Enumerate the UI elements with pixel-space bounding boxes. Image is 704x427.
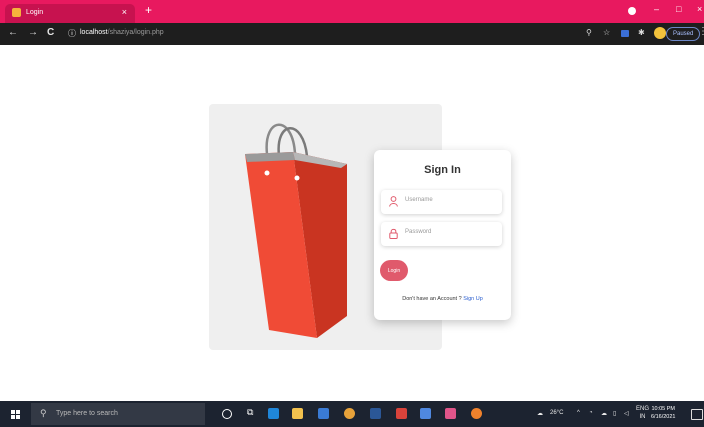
- profile-avatar[interactable]: [654, 27, 666, 39]
- app-icon[interactable]: [420, 408, 431, 419]
- weather-temp[interactable]: 26°C: [550, 410, 563, 416]
- taskbar-clock[interactable]: 10:05 PM 6/16/2021: [651, 405, 675, 421]
- zoom-icon[interactable]: ⚲: [586, 28, 592, 37]
- language-code: ENG: [636, 406, 650, 412]
- onedrive-icon[interactable]: ☁: [601, 410, 607, 417]
- volume-icon[interactable]: ◁: [624, 410, 629, 417]
- restore-button[interactable]: □: [676, 4, 681, 14]
- file-explorer-icon[interactable]: [292, 408, 303, 419]
- chrome-icon[interactable]: [344, 408, 355, 419]
- password-placeholder: Password: [405, 229, 432, 235]
- address-bar[interactable]: ⓘ localhost/shaziya/login.php: [62, 26, 582, 42]
- sign-in-card: Sign In Username Password Login Don't ha…: [374, 150, 511, 320]
- user-icon: [389, 196, 398, 207]
- login-button[interactable]: Login: [380, 260, 408, 281]
- word-icon[interactable]: [370, 408, 381, 419]
- camera-app-icon[interactable]: [318, 408, 329, 419]
- weather-icon[interactable]: ☁: [537, 410, 543, 417]
- language-indicator[interactable]: ENG IN: [636, 405, 649, 421]
- signup-prompt: Don't have an Account ? Sign Up: [374, 296, 511, 302]
- tray-overflow-icon[interactable]: ^: [577, 410, 580, 416]
- task-view-icon[interactable]: ⧉: [247, 407, 258, 418]
- minimize-button[interactable]: –: [654, 4, 659, 14]
- browser-toolbar: ← → C ⓘ localhost/shaziya/login.php ⚲ ☆ …: [0, 23, 704, 45]
- tab-favicon-icon: [12, 8, 21, 17]
- shopping-bag-illustration: [245, 123, 347, 338]
- signup-prompt-text: Don't have an Account ?: [402, 296, 462, 302]
- powerpoint-icon[interactable]: [396, 408, 407, 419]
- url-host: localhost: [80, 29, 108, 36]
- extensions-puzzle-icon[interactable]: ✱: [638, 28, 645, 37]
- bookmark-star-icon[interactable]: ☆: [603, 28, 610, 37]
- browser-title-bar: Login × + – □ ×: [0, 0, 704, 23]
- close-window-button[interactable]: ×: [697, 4, 702, 14]
- clock-date: 6/16/2021: [651, 414, 676, 420]
- reload-button[interactable]: C: [47, 27, 54, 38]
- tab-title: Login: [26, 9, 44, 16]
- taskbar-search-placeholder: Type here to search: [56, 410, 118, 417]
- clock-time: 10:05 PM: [651, 406, 675, 412]
- network-icon[interactable]: ◔: [589, 410, 593, 416]
- site-info-icon[interactable]: ⓘ: [68, 28, 76, 39]
- battery-icon[interactable]: ▯: [613, 410, 616, 417]
- windows-taskbar: ⚲ Type here to search ⧉ ☁ 26°C ^ ◔ ☁ ▯ ◁…: [0, 401, 704, 427]
- lock-icon: [389, 228, 398, 239]
- notification-center-icon[interactable]: [691, 409, 703, 420]
- signup-link[interactable]: Sign Up: [463, 296, 483, 302]
- sign-in-title: Sign In: [424, 164, 461, 176]
- url-text: localhost/shaziya/login.php: [80, 29, 164, 36]
- extension-icon[interactable]: [621, 30, 629, 37]
- profile-status-badge[interactable]: Paused: [666, 27, 701, 41]
- pinned-app-icon[interactable]: [445, 408, 456, 419]
- firefox-icon[interactable]: [471, 408, 482, 419]
- menu-kebab-icon[interactable]: ⋮: [698, 26, 704, 37]
- search-icon: ⚲: [40, 408, 47, 418]
- username-placeholder: Username: [405, 197, 433, 203]
- password-field[interactable]: Password: [381, 222, 502, 246]
- browser-tab[interactable]: Login ×: [5, 4, 135, 23]
- tab-close-icon[interactable]: ×: [122, 7, 127, 17]
- taskbar-search-box[interactable]: ⚲ Type here to search: [31, 403, 205, 425]
- edge-icon[interactable]: [268, 408, 279, 419]
- url-path: /shaziya/login.php: [107, 29, 164, 36]
- username-field[interactable]: Username: [381, 190, 502, 214]
- cortana-icon[interactable]: [222, 409, 232, 419]
- forward-button[interactable]: →: [28, 27, 38, 38]
- new-tab-button[interactable]: +: [145, 3, 152, 17]
- recording-indicator-icon: [628, 7, 636, 15]
- windows-start-icon[interactable]: [11, 410, 20, 419]
- language-region: IN: [639, 414, 646, 420]
- back-button[interactable]: ←: [8, 27, 18, 38]
